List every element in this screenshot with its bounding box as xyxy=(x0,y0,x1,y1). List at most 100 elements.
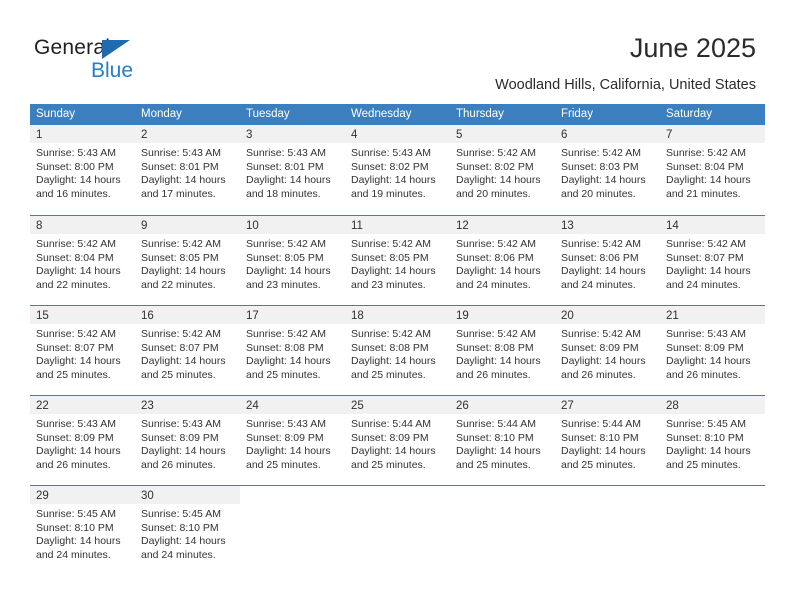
day-number: 9 xyxy=(141,220,148,232)
day-number: 8 xyxy=(36,220,43,232)
sunrise-text: Sunrise: 5:42 AM xyxy=(456,328,536,340)
calendar-day-cell[interactable]: 1 Sunrise: 5:43 AM Sunset: 8:00 PM Daylight… xyxy=(30,125,135,215)
day-number: 28 xyxy=(666,400,679,412)
calendar-day-cell[interactable]: 3 Sunrise: 5:43 AM Sunset: 8:01 PM Daylight… xyxy=(240,125,345,215)
sunrise-text: Sunrise: 5:42 AM xyxy=(246,328,326,340)
day-details: Sunrise: 5:42 AM Sunset: 8:04 PM Daylight:… xyxy=(660,143,765,201)
calendar-day-cell[interactable]: 14 Sunrise: 5:42 AM Sunset: 8:07 PM Dayligh… xyxy=(660,216,765,305)
day-details: Sunrise: 5:42 AM Sunset: 8:05 PM Daylight:… xyxy=(240,234,345,292)
daylight-text-line2: and 25 minutes. xyxy=(456,458,531,471)
sunrise-text: Sunrise: 5:42 AM xyxy=(456,147,536,159)
sunrise-text: Sunrise: 5:42 AM xyxy=(666,238,746,250)
day-number: 13 xyxy=(561,220,574,232)
daylight-text-line1: Daylight: 14 hours xyxy=(666,265,751,278)
calendar-day-cell[interactable]: 9 Sunrise: 5:42 AM Sunset: 8:05 PM Daylight… xyxy=(135,216,240,305)
daylight-text-line2: and 25 minutes. xyxy=(351,368,426,381)
day-number: 3 xyxy=(246,129,253,141)
day-number: 26 xyxy=(456,400,469,412)
day-number-bar: 4 xyxy=(345,125,450,143)
calendar-weeks: 1 Sunrise: 5:43 AM Sunset: 8:00 PM Daylight… xyxy=(30,125,765,575)
calendar-day-cell[interactable]: 18 Sunrise: 5:42 AM Sunset: 8:08 PM Dayligh… xyxy=(345,306,450,395)
calendar-day-cell[interactable]: 20 Sunrise: 5:42 AM Sunset: 8:09 PM Dayligh… xyxy=(555,306,660,395)
calendar-day-cell-empty xyxy=(240,486,345,575)
daylight-text-line2: and 24 minutes. xyxy=(456,278,531,291)
sunrise-text: Sunrise: 5:43 AM xyxy=(246,147,326,159)
sunrise-text: Sunrise: 5:43 AM xyxy=(141,418,221,430)
daylight-text-line1: Daylight: 14 hours xyxy=(561,355,646,368)
sunrise-text: Sunrise: 5:44 AM xyxy=(351,418,431,430)
sunset-text: Sunset: 8:05 PM xyxy=(141,251,219,264)
calendar-day-cell[interactable]: 24 Sunrise: 5:43 AM Sunset: 8:09 PM Dayligh… xyxy=(240,396,345,485)
day-details: Sunrise: 5:44 AM Sunset: 8:10 PM Daylight:… xyxy=(450,414,555,472)
sunset-text: Sunset: 8:09 PM xyxy=(351,431,429,444)
day-number-bar: 12 xyxy=(450,216,555,234)
day-number-bar: 27 xyxy=(555,396,660,414)
calendar-day-cell[interactable]: 21 Sunrise: 5:43 AM Sunset: 8:09 PM Dayligh… xyxy=(660,306,765,395)
sunrise-text: Sunrise: 5:42 AM xyxy=(561,147,641,159)
day-details: Sunrise: 5:45 AM Sunset: 8:10 PM Daylight:… xyxy=(135,504,240,562)
calendar-day-cell[interactable]: 30 Sunrise: 5:45 AM Sunset: 8:10 PM Dayligh… xyxy=(135,486,240,575)
day-details: Sunrise: 5:43 AM Sunset: 8:01 PM Daylight:… xyxy=(135,143,240,201)
calendar-day-cell[interactable]: 29 Sunrise: 5:45 AM Sunset: 8:10 PM Dayligh… xyxy=(30,486,135,575)
calendar-day-cell[interactable]: 25 Sunrise: 5:44 AM Sunset: 8:09 PM Dayligh… xyxy=(345,396,450,485)
calendar-day-cell[interactable]: 22 Sunrise: 5:43 AM Sunset: 8:09 PM Dayligh… xyxy=(30,396,135,485)
daylight-text-line2: and 25 minutes. xyxy=(36,368,111,381)
calendar-grid: Sunday Monday Tuesday Wednesday Thursday… xyxy=(30,104,765,575)
calendar-day-cell[interactable]: 23 Sunrise: 5:43 AM Sunset: 8:09 PM Dayligh… xyxy=(135,396,240,485)
day-number: 20 xyxy=(561,310,574,322)
sunrise-text: Sunrise: 5:44 AM xyxy=(561,418,641,430)
calendar-day-cell[interactable]: 6 Sunrise: 5:42 AM Sunset: 8:03 PM Daylight… xyxy=(555,125,660,215)
calendar-day-cell[interactable]: 27 Sunrise: 5:44 AM Sunset: 8:10 PM Dayligh… xyxy=(555,396,660,485)
calendar-day-cell[interactable]: 19 Sunrise: 5:42 AM Sunset: 8:08 PM Dayligh… xyxy=(450,306,555,395)
sunset-text: Sunset: 8:02 PM xyxy=(351,160,429,173)
sunrise-text: Sunrise: 5:43 AM xyxy=(36,147,116,159)
day-details: Sunrise: 5:43 AM Sunset: 8:09 PM Daylight:… xyxy=(660,324,765,382)
calendar-day-cell[interactable]: 12 Sunrise: 5:42 AM Sunset: 8:06 PM Dayligh… xyxy=(450,216,555,305)
calendar-day-cell[interactable]: 13 Sunrise: 5:42 AM Sunset: 8:06 PM Dayligh… xyxy=(555,216,660,305)
calendar-day-cell[interactable]: 17 Sunrise: 5:42 AM Sunset: 8:08 PM Dayligh… xyxy=(240,306,345,395)
day-number-bar: 18 xyxy=(345,306,450,324)
day-number-bar: 16 xyxy=(135,306,240,324)
calendar-day-cell[interactable]: 10 Sunrise: 5:42 AM Sunset: 8:05 PM Dayligh… xyxy=(240,216,345,305)
calendar-day-cell[interactable]: 15 Sunrise: 5:42 AM Sunset: 8:07 PM Dayligh… xyxy=(30,306,135,395)
dow-monday: Monday xyxy=(141,108,182,120)
daylight-text-line1: Daylight: 14 hours xyxy=(246,355,331,368)
day-details: Sunrise: 5:43 AM Sunset: 8:09 PM Daylight:… xyxy=(135,414,240,472)
general-blue-logo[interactable]: General Blue xyxy=(34,36,214,88)
day-number-bar: 15 xyxy=(30,306,135,324)
calendar-day-cell[interactable]: 28 Sunrise: 5:45 AM Sunset: 8:10 PM Dayligh… xyxy=(660,396,765,485)
sunset-text: Sunset: 8:00 PM xyxy=(36,160,114,173)
day-number: 5 xyxy=(456,129,463,141)
calendar-day-cell[interactable]: 11 Sunrise: 5:42 AM Sunset: 8:05 PM Dayligh… xyxy=(345,216,450,305)
day-details: Sunrise: 5:42 AM Sunset: 8:07 PM Daylight:… xyxy=(660,234,765,292)
sunset-text: Sunset: 8:05 PM xyxy=(351,251,429,264)
calendar-day-cell[interactable]: 7 Sunrise: 5:42 AM Sunset: 8:04 PM Daylight… xyxy=(660,125,765,215)
page-subtitle-location: Woodland Hills, California, United State… xyxy=(495,77,756,93)
sunset-text: Sunset: 8:09 PM xyxy=(246,431,324,444)
sunset-text: Sunset: 8:09 PM xyxy=(141,431,219,444)
day-number-bar: 14 xyxy=(660,216,765,234)
day-number-bar: 20 xyxy=(555,306,660,324)
daylight-text-line2: and 26 minutes. xyxy=(36,458,111,471)
sunset-text: Sunset: 8:01 PM xyxy=(246,160,324,173)
daylight-text-line1: Daylight: 14 hours xyxy=(141,535,226,548)
sunset-text: Sunset: 8:07 PM xyxy=(36,341,114,354)
calendar-day-cell[interactable]: 2 Sunrise: 5:43 AM Sunset: 8:01 PM Daylight… xyxy=(135,125,240,215)
calendar-day-cell[interactable]: 8 Sunrise: 5:42 AM Sunset: 8:04 PM Daylight… xyxy=(30,216,135,305)
calendar-day-cell[interactable]: 26 Sunrise: 5:44 AM Sunset: 8:10 PM Dayligh… xyxy=(450,396,555,485)
calendar-day-cell[interactable]: 16 Sunrise: 5:42 AM Sunset: 8:07 PM Dayligh… xyxy=(135,306,240,395)
day-number-bar xyxy=(660,486,765,504)
calendar-day-cell[interactable]: 5 Sunrise: 5:42 AM Sunset: 8:02 PM Daylight… xyxy=(450,125,555,215)
day-number-bar: 23 xyxy=(135,396,240,414)
sunset-text: Sunset: 8:07 PM xyxy=(141,341,219,354)
sunset-text: Sunset: 8:05 PM xyxy=(246,251,324,264)
logo-triangle-icon xyxy=(102,40,130,59)
daylight-text-line1: Daylight: 14 hours xyxy=(456,174,541,187)
sunset-text: Sunset: 8:09 PM xyxy=(666,341,744,354)
sunset-text: Sunset: 8:06 PM xyxy=(456,251,534,264)
daylight-text-line1: Daylight: 14 hours xyxy=(351,265,436,278)
calendar-day-cell[interactable]: 4 Sunrise: 5:43 AM Sunset: 8:02 PM Daylight… xyxy=(345,125,450,215)
calendar-week-row: 22 Sunrise: 5:43 AM Sunset: 8:09 PM Dayligh… xyxy=(30,395,765,485)
calendar-day-cell-empty xyxy=(450,486,555,575)
daylight-text-line2: and 23 minutes. xyxy=(246,278,321,291)
